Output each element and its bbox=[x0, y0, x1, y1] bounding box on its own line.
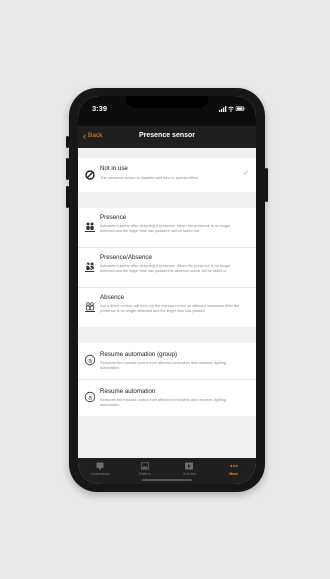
disabled-icon bbox=[85, 170, 95, 180]
more-icon bbox=[230, 465, 238, 467]
people-presence-absence-icon bbox=[84, 261, 96, 273]
option-description: Not a direct control; will time out the … bbox=[100, 304, 240, 313]
tab-label: Scenes bbox=[182, 472, 196, 476]
option-title: Resume automation bbox=[100, 388, 156, 395]
power-button bbox=[265, 168, 268, 202]
navigation-bar: ‹ Back Presence sensor bbox=[78, 126, 256, 148]
section-gap bbox=[78, 192, 256, 208]
checkmark-icon: ✓ bbox=[243, 170, 249, 177]
mute-switch bbox=[66, 136, 69, 148]
svg-text:a: a bbox=[88, 357, 92, 364]
option-description: Removes the manual control from affected… bbox=[100, 361, 226, 370]
luminaire-icon bbox=[96, 462, 104, 470]
wifi-icon bbox=[228, 106, 234, 112]
option-resume-automation[interactable]: a Resume automation Removes the manual c… bbox=[78, 380, 256, 416]
option-not-in-use[interactable]: Not in use The presence sensor is disabl… bbox=[78, 158, 256, 192]
gallery-icon bbox=[140, 462, 149, 470]
tab-bar: Luminaires Gallery Scenes More bbox=[78, 458, 256, 484]
people-presence-icon bbox=[85, 222, 95, 232]
option-presence[interactable]: Presence Activates a scene after detecti… bbox=[78, 208, 256, 248]
svg-text:a: a bbox=[88, 394, 92, 401]
page-title: Presence sensor bbox=[138, 132, 196, 139]
tab-luminaires[interactable]: Luminaires bbox=[78, 458, 123, 484]
option-title: Presence/Absence bbox=[100, 254, 152, 261]
option-title: Resume automation (group) bbox=[100, 351, 178, 358]
option-description: Activates a scene after detecting a pres… bbox=[100, 264, 231, 273]
automation-icon: a bbox=[84, 391, 96, 403]
option-description: The presence sensor is disabled and has … bbox=[100, 176, 199, 180]
section-presence-modes: Presence Activates a scene after detecti… bbox=[78, 208, 256, 327]
option-title: Not in use bbox=[100, 165, 128, 172]
status-time: 3:39 bbox=[92, 104, 108, 113]
signal-icon bbox=[219, 106, 227, 112]
section-automation: a Resume automation (group) Removes the … bbox=[78, 343, 256, 416]
option-title: Absence bbox=[100, 294, 125, 301]
status-icons bbox=[219, 106, 245, 112]
tab-label: Gallery bbox=[138, 472, 151, 476]
scenes-icon bbox=[185, 462, 194, 470]
option-description: Removes the manual control from affected… bbox=[100, 398, 226, 407]
tab-label: More bbox=[229, 472, 239, 476]
option-absence[interactable]: Absence Not a direct control; will time … bbox=[78, 288, 256, 327]
section-gap bbox=[78, 148, 256, 158]
section-not-in-use: Not in use The presence sensor is disabl… bbox=[78, 158, 256, 192]
tab-label: Luminaires bbox=[90, 472, 110, 476]
volume-up-button bbox=[66, 158, 69, 180]
status-bar: 3:39 bbox=[78, 96, 256, 126]
screen: 3:39 ‹ Back Presence sensor Not in use T… bbox=[78, 96, 256, 484]
notch bbox=[126, 96, 208, 108]
automation-icon: a bbox=[84, 354, 96, 366]
option-title: Presence bbox=[100, 214, 127, 221]
option-description: Activates a scene after detecting a pres… bbox=[100, 224, 231, 233]
people-absence-icon bbox=[85, 302, 95, 312]
option-resume-automation-group[interactable]: a Resume automation (group) Removes the … bbox=[78, 343, 256, 380]
options-list: Not in use The presence sensor is disabl… bbox=[78, 148, 256, 458]
volume-down-button bbox=[66, 186, 69, 208]
tab-more[interactable]: More bbox=[212, 458, 257, 484]
section-gap bbox=[78, 327, 256, 343]
option-presence-absence[interactable]: Presence/Absence Activates a scene after… bbox=[78, 248, 256, 288]
phone-frame: 3:39 ‹ Back Presence sensor Not in use T… bbox=[66, 88, 268, 492]
home-indicator bbox=[142, 479, 192, 481]
battery-icon bbox=[235, 106, 245, 111]
